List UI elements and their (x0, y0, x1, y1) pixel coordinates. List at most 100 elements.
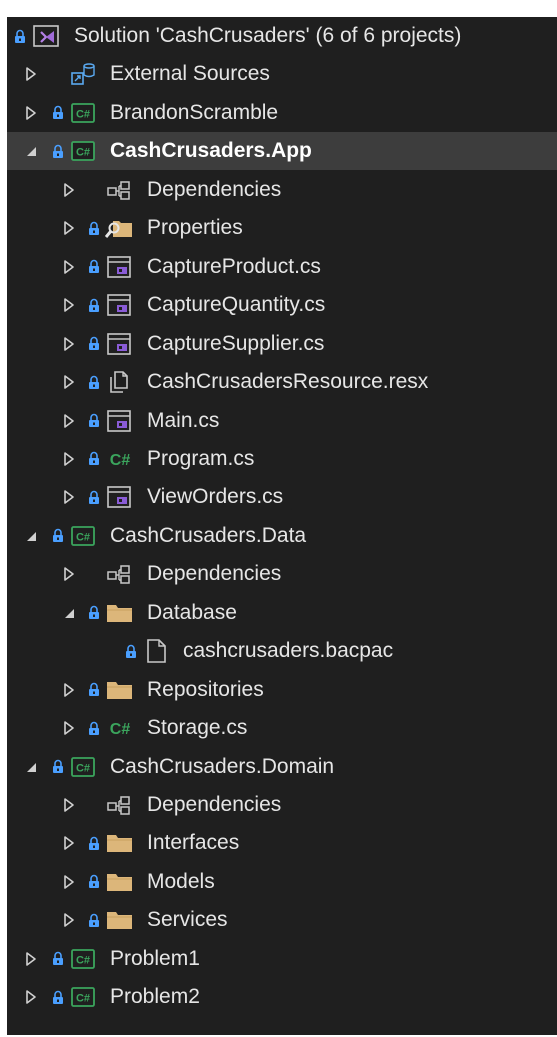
tree-item-resource-resx[interactable]: CashCrusadersResource.resx (7, 363, 557, 401)
tree-item-brandonscramble[interactable]: C# BrandonScramble (7, 94, 557, 132)
tree-item-domain-dependencies[interactable]: Dependencies (7, 786, 557, 824)
chevron-down-icon[interactable] (22, 748, 40, 786)
tree-item-label: Dependencies (147, 562, 282, 586)
folder-icon (105, 863, 135, 901)
properties-icon (105, 209, 135, 247)
svg-text:C#: C# (76, 147, 90, 159)
tree-item-captureproduct[interactable]: CaptureProduct.cs (7, 248, 557, 286)
chevron-right-icon[interactable] (60, 824, 78, 862)
chevron-right-icon[interactable] (22, 55, 40, 93)
tree-item-capturesupplier[interactable]: CaptureSupplier.cs (7, 325, 557, 363)
form-icon (105, 478, 135, 516)
chevron-right-icon[interactable] (60, 709, 78, 747)
tree-item-external-sources[interactable]: External Sources (7, 55, 557, 93)
tree-item-models-folder[interactable]: Models (7, 863, 557, 901)
svg-text:C#: C# (76, 954, 90, 966)
svg-text:C#: C# (110, 721, 131, 738)
lock-icon (87, 709, 101, 747)
dependencies-icon (105, 171, 135, 209)
tree-item-label: Solution 'CashCrusaders' (6 of 6 project… (74, 24, 462, 47)
svg-text:C#: C# (110, 452, 131, 469)
tree-item-label: Properties (147, 216, 243, 240)
solution-icon (32, 17, 62, 55)
chevron-right-icon[interactable] (60, 478, 78, 516)
lock-icon (124, 632, 138, 670)
external-sources-icon (69, 55, 99, 93)
tree-item-capturequantity[interactable]: CaptureQuantity.cs (7, 286, 557, 324)
folder-icon (105, 824, 135, 862)
tree-item-bacpac-file[interactable]: cashcrusaders.bacpac (7, 632, 557, 670)
tree-item-interfaces-folder[interactable]: Interfaces (7, 824, 557, 862)
chevron-right-icon[interactable] (22, 978, 40, 1016)
tree-item-solution[interactable]: Solution 'CashCrusaders' (6 of 6 project… (7, 17, 557, 55)
svg-text:C#: C# (76, 108, 90, 120)
chevron-right-icon[interactable] (60, 402, 78, 440)
chevron-right-icon[interactable] (60, 863, 78, 901)
lock-icon (51, 748, 65, 786)
chevron-right-icon[interactable] (60, 363, 78, 401)
form-icon (105, 325, 135, 363)
tree-item-label: Services (147, 908, 228, 932)
tree-item-database-folder[interactable]: Database (7, 594, 557, 632)
tree-item-main-cs[interactable]: Main.cs (7, 402, 557, 440)
tree-item-label: CaptureProduct.cs (147, 254, 321, 278)
tree-item-label: Problem1 (110, 946, 200, 970)
svg-text:C#: C# (76, 762, 90, 774)
lock-icon (87, 325, 101, 363)
chevron-right-icon[interactable] (60, 325, 78, 363)
dependencies-icon (105, 555, 135, 593)
tree-item-label: External Sources (110, 62, 270, 86)
chevron-right-icon[interactable] (60, 901, 78, 939)
lock-icon (87, 440, 101, 478)
chevron-right-icon[interactable] (60, 209, 78, 247)
lock-icon (87, 671, 101, 709)
chevron-right-icon[interactable] (60, 248, 78, 286)
tree-item-data-dependencies[interactable]: Dependencies (7, 555, 557, 593)
chevron-right-icon[interactable] (22, 940, 40, 978)
csharp-project-icon: C# (69, 940, 99, 978)
lock-icon (87, 824, 101, 862)
tree-item-cashcrusaders-domain[interactable]: C# CashCrusaders.Domain (7, 748, 557, 786)
tree-item-problem2[interactable]: C# Problem2 (7, 978, 557, 1016)
dependencies-icon (105, 786, 135, 824)
tree-item-cashcrusaders-app[interactable]: C# CashCrusaders.App (7, 132, 557, 171)
chevron-right-icon[interactable] (60, 555, 78, 593)
tree-item-label: CashCrusaders.Data (110, 523, 307, 547)
tree-item-label: Models (147, 869, 215, 893)
lock-icon (13, 17, 27, 55)
tree-item-properties[interactable]: Properties (7, 209, 557, 247)
chevron-right-icon[interactable] (60, 671, 78, 709)
tree-item-repositories-folder[interactable]: Repositories (7, 671, 557, 709)
tree-item-app-dependencies[interactable]: Dependencies (7, 171, 557, 209)
lock-icon (87, 209, 101, 247)
solution-explorer-tree: Solution 'CashCrusaders' (6 of 6 project… (7, 17, 557, 1035)
folder-icon (105, 671, 135, 709)
tree-item-program-cs[interactable]: C# Program.cs (7, 440, 557, 478)
tree-item-services-folder[interactable]: Services (7, 901, 557, 939)
form-icon (105, 402, 135, 440)
lock-icon (51, 517, 65, 555)
folder-icon (105, 901, 135, 939)
tree-item-problem1[interactable]: C# Problem1 (7, 940, 557, 978)
tree-item-cashcrusaders-data[interactable]: C# CashCrusaders.Data (7, 517, 557, 555)
chevron-right-icon[interactable] (60, 786, 78, 824)
lock-icon (51, 940, 65, 978)
chevron-right-icon[interactable] (60, 286, 78, 324)
csharp-file-icon: C# (105, 709, 135, 747)
csharp-project-icon: C# (69, 748, 99, 786)
chevron-down-icon[interactable] (60, 594, 78, 632)
lock-icon (87, 286, 101, 324)
tree-item-label: Problem2 (110, 985, 200, 1009)
folder-icon (105, 594, 135, 632)
tree-item-label: CaptureQuantity.cs (147, 293, 326, 317)
tree-item-vieworders[interactable]: ViewOrders.cs (7, 478, 557, 516)
chevron-right-icon[interactable] (60, 440, 78, 478)
chevron-down-icon[interactable] (22, 132, 40, 170)
lock-icon (51, 978, 65, 1016)
tree-item-label: ViewOrders.cs (147, 485, 284, 509)
chevron-right-icon[interactable] (60, 171, 78, 209)
tree-item-label: Interfaces (147, 831, 240, 855)
tree-item-storage-cs[interactable]: C# Storage.cs (7, 709, 557, 747)
chevron-down-icon[interactable] (22, 517, 40, 555)
chevron-right-icon[interactable] (22, 94, 40, 132)
